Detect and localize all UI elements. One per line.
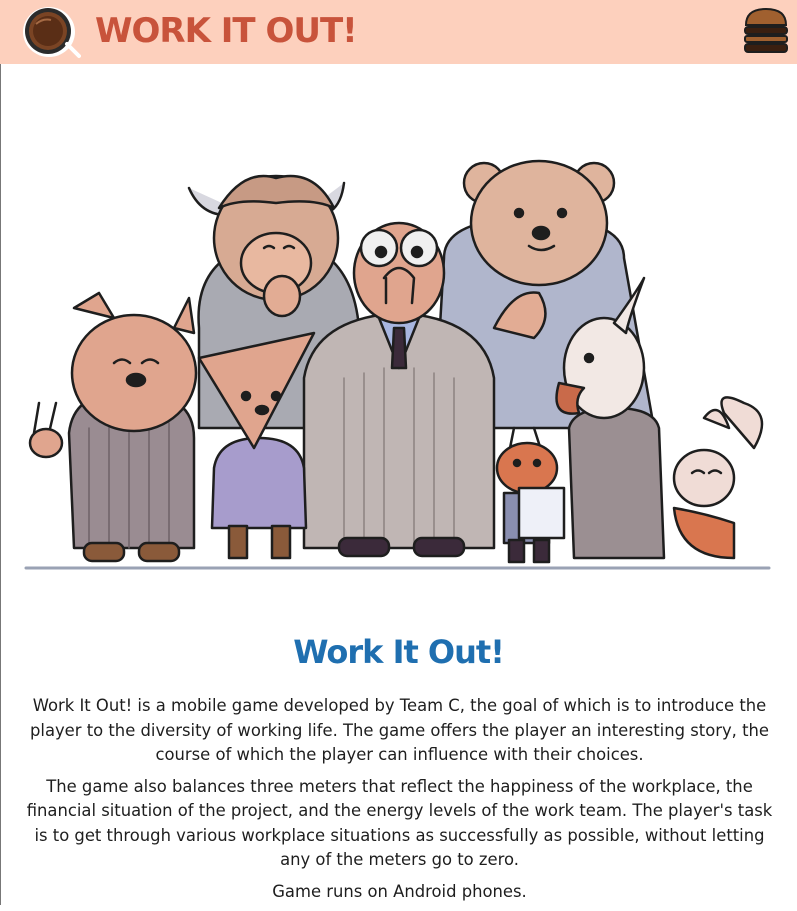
coffee-cup-logo-icon[interactable] [21,4,81,60]
site-header: WORK IT OUT! [0,0,797,64]
small-bunny-character [495,426,566,564]
description-paragraph: Game runs on Android phones. [272,881,527,901]
description-paragraph: The game also balances three meters that… [26,776,773,870]
dog-character [28,291,198,563]
game-description: Work It Out! is a mobile game developed … [22,694,777,911]
hero-illustration [14,128,784,578]
description-paragraph: Work It Out! is a mobile game developed … [29,696,769,764]
sitting-rabbit-character [672,396,764,560]
window-edge [0,0,1,905]
site-title[interactable]: WORK IT OUT! [95,9,358,53]
game-title: Work It Out! [293,633,505,671]
hamburger-menu-icon[interactable] [740,5,792,55]
fox-character [197,331,316,560]
